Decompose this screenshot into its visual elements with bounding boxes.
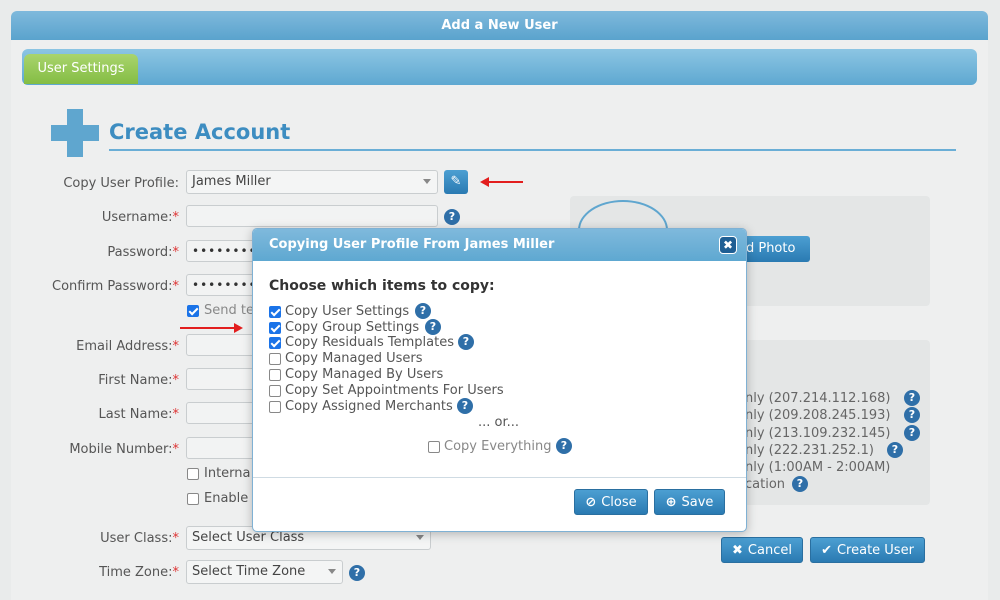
first-name-label: First Name:* (98, 373, 179, 388)
check-icon: ✔ (821, 543, 832, 558)
help-icon[interactable]: ? (444, 209, 460, 225)
copy-assigned-merchants-checkbox[interactable] (269, 401, 281, 413)
time-zone-value: Select Time Zone (192, 564, 306, 579)
red-arrow-icon-2 (234, 323, 243, 333)
ip-restriction-5: nly (1:00AM - 2:00AM) (745, 460, 891, 475)
x-icon: ✖ (732, 543, 743, 558)
copy-residuals-templates-checkbox[interactable] (269, 337, 281, 349)
username-input[interactable] (186, 205, 438, 227)
help-icon[interactable]: ? (556, 438, 572, 454)
copy-profile-dialog: Copying User Profile From James Miller ✖… (252, 228, 747, 532)
username-label: Username:* (101, 210, 179, 225)
confirm-password-label: Confirm Password:* (52, 279, 179, 294)
ip-restriction-4: nly (222.231.252.1) (745, 443, 874, 458)
copy-everything-label: Copy Everything (444, 439, 552, 454)
ip-restriction-1: nly (207.214.112.168) (745, 391, 891, 406)
tab-bar (22, 49, 977, 85)
dialog-footer-divider (253, 477, 746, 478)
create-user-button[interactable]: ✔ Create User (810, 537, 925, 563)
chevron-down-icon (423, 179, 431, 184)
cancel-button[interactable]: ✖ Cancel (721, 537, 803, 563)
copy-managed-by-users-checkbox[interactable] (269, 369, 281, 381)
user-class-value: Select User Class (192, 530, 305, 545)
mobile-label: Mobile Number:* (69, 442, 179, 457)
copy-residuals-templates-label: Copy Residuals Templates (285, 335, 455, 350)
help-icon[interactable]: ? (904, 390, 920, 406)
time-zone-select[interactable]: Select Time Zone (186, 560, 343, 584)
plus-circle-icon: ⊕ (665, 495, 677, 510)
page-title: Create Account (109, 120, 291, 144)
ip-restriction-3: nly (213.109.232.145) (745, 426, 891, 441)
copy-managed-users-checkbox[interactable] (269, 353, 281, 365)
copy-set-appointments-label: Copy Set Appointments For Users (285, 383, 504, 398)
upload-photo-button[interactable]: ad Photo (738, 236, 810, 262)
dialog-prompt: Choose which items to copy: (269, 278, 495, 294)
dialog-close-icon[interactable]: ✖ (719, 236, 737, 254)
ip-restriction-6: cation (745, 477, 786, 492)
red-arrow-shaft (488, 181, 523, 183)
copy-group-settings-label: Copy Group Settings (285, 320, 420, 335)
help-icon[interactable]: ? (457, 398, 473, 414)
send-checkbox[interactable] (187, 305, 199, 317)
plus-icon-bar (51, 125, 99, 141)
help-icon[interactable]: ? (458, 334, 474, 350)
red-arrow-shaft-2 (180, 327, 234, 329)
edit-profile-button[interactable]: ✎ (444, 170, 468, 194)
help-icon[interactable]: ? (349, 565, 365, 581)
last-name-label: Last Name:* (98, 407, 179, 422)
chevron-down-icon (416, 535, 424, 540)
copy-user-settings-checkbox[interactable] (269, 306, 281, 318)
heading-divider (109, 149, 956, 151)
copy-set-appointments-checkbox[interactable] (269, 385, 281, 397)
send-label: Send te (204, 303, 254, 318)
copy-managed-by-users-label: Copy Managed By Users (285, 367, 444, 382)
email-label: Email Address:* (76, 339, 179, 354)
help-icon[interactable]: ? (415, 303, 431, 319)
dialog-save-button[interactable]: ⊕ Save (654, 489, 725, 515)
pencil-icon: ✎ (450, 174, 462, 189)
copy-group-settings-checkbox[interactable] (269, 322, 281, 334)
ip-restriction-2: nly (209.208.245.193) (745, 408, 891, 423)
help-icon[interactable]: ? (792, 476, 808, 492)
copy-assigned-merchants-label: Copy Assigned Merchants (285, 399, 453, 414)
help-icon[interactable]: ? (425, 319, 441, 335)
copy-profile-value: James Miller (192, 174, 271, 189)
or-separator: ... or... (478, 415, 520, 430)
copy-profile-label: Copy User Profile: (63, 176, 179, 191)
enable-label: Enable (204, 491, 249, 506)
dialog-close-button[interactable]: ⊘ Close (574, 489, 648, 515)
help-icon[interactable]: ? (904, 425, 920, 441)
internal-checkbox[interactable] (187, 468, 199, 480)
copy-everything-checkbox[interactable] (428, 441, 440, 453)
help-icon[interactable]: ? (887, 442, 903, 458)
help-icon[interactable]: ? (904, 407, 920, 423)
copy-user-settings-label: Copy User Settings (285, 304, 410, 319)
tab-user-settings[interactable]: User Settings (24, 54, 138, 84)
enable-checkbox[interactable] (187, 493, 199, 505)
ban-icon: ⊘ (585, 495, 597, 510)
copy-managed-users-label: Copy Managed Users (285, 351, 423, 366)
password-label: Password:* (107, 245, 179, 260)
internal-label: Interna (204, 466, 251, 481)
copy-profile-select[interactable]: James Miller (186, 170, 438, 194)
time-zone-label: Time Zone:* (99, 565, 179, 580)
chevron-down-icon (328, 569, 336, 574)
user-class-label: User Class:* (100, 531, 179, 546)
window-title: Add a New User (11, 11, 988, 40)
dialog-title: Copying User Profile From James Miller (253, 229, 746, 261)
